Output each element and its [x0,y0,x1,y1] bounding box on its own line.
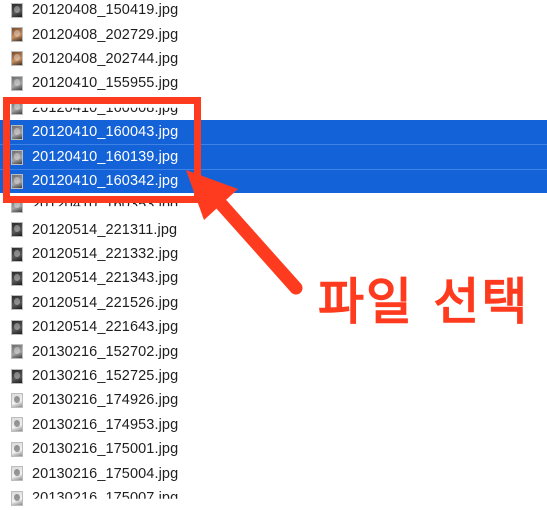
file-name: 20130216_175004.jpg [32,465,179,482]
file-name: 20120410_160008.jpg [32,99,179,116]
file-row[interactable]: 20130216_175004.jpg [0,461,547,485]
file-row[interactable]: 20130216_175001.jpg [0,437,547,461]
file-name: 20130216_175007.jpg [32,490,179,506]
file-name: 20120514_221332.jpg [32,246,179,263]
file-row[interactable]: 20120408_202729.jpg [0,22,547,46]
file-row[interactable]: 20120410_160139.jpg [0,144,547,169]
file-name: 20120410_160353.jpg [32,197,179,214]
annotation-label: 파일 선택 [318,273,530,331]
file-name: 20130216_152725.jpg [32,368,179,385]
file-name: 20130216_174953.jpg [32,416,179,433]
image-thumbnail-icon [11,27,23,43]
image-thumbnail-icon [11,197,23,213]
file-name: 20120408_150419.jpg [32,2,179,19]
file-name: 20120410_155955.jpg [32,75,179,92]
file-name: 20120514_221526.jpg [32,294,179,311]
file-name: 20120410_160043.jpg [32,124,179,141]
file-row[interactable]: 20120410_160008.jpg [0,96,547,120]
image-thumbnail-icon [11,295,23,311]
image-thumbnail-icon [11,51,23,67]
file-list: 20120408_150419.jpg 20120408_202729.jpg 20… [0,0,547,510]
image-thumbnail-icon [11,417,23,433]
file-name: 20120410_160139.jpg [32,149,179,166]
file-row[interactable]: 20120408_202744.jpg [0,47,547,71]
file-row[interactable]: 20130216_175007.jpg [0,486,547,510]
file-name: 20120514_221643.jpg [32,319,179,336]
file-row[interactable]: 20130216_174926.jpg [0,388,547,412]
file-row[interactable]: 20130216_174953.jpg [0,413,547,437]
image-thumbnail-icon [11,173,23,189]
image-thumbnail-icon [11,100,23,116]
image-thumbnail-icon [11,2,23,18]
image-thumbnail-icon [11,490,23,506]
image-thumbnail-icon [11,124,23,140]
file-name: 20130216_175001.jpg [32,441,179,458]
file-row[interactable]: 20120410_155955.jpg [0,71,547,95]
file-row[interactable]: 20120408_150419.jpg [0,0,547,22]
image-thumbnail-icon [11,75,23,91]
image-thumbnail-icon [11,441,23,457]
image-thumbnail-icon [11,222,23,238]
file-name: 20120408_202729.jpg [32,26,179,43]
image-thumbnail-icon [11,392,23,408]
image-thumbnail-icon [11,149,23,165]
file-row[interactable]: 20130216_152702.jpg [0,339,547,363]
file-name: 20130216_152702.jpg [32,343,179,360]
image-thumbnail-icon [11,368,23,384]
file-name: 20120514_221343.jpg [32,270,179,287]
file-name: 20120410_160342.jpg [32,173,179,190]
file-row[interactable]: 20130216_152725.jpg [0,364,547,388]
file-name: 20120514_221311.jpg [32,221,178,238]
image-thumbnail-icon [11,246,23,262]
file-row[interactable]: 20120514_221311.jpg [0,218,547,242]
image-thumbnail-icon [11,466,23,482]
file-name: 20120408_202744.jpg [32,50,179,67]
image-thumbnail-icon [11,344,23,360]
file-name: 20130216_174926.jpg [32,392,179,409]
file-row[interactable]: 20120410_160043.jpg [0,119,547,145]
image-thumbnail-icon [11,270,23,286]
file-row[interactable]: 20120410_160342.jpg [0,168,547,194]
image-thumbnail-icon [11,319,23,335]
file-row[interactable]: 20120410_160353.jpg [0,193,547,217]
